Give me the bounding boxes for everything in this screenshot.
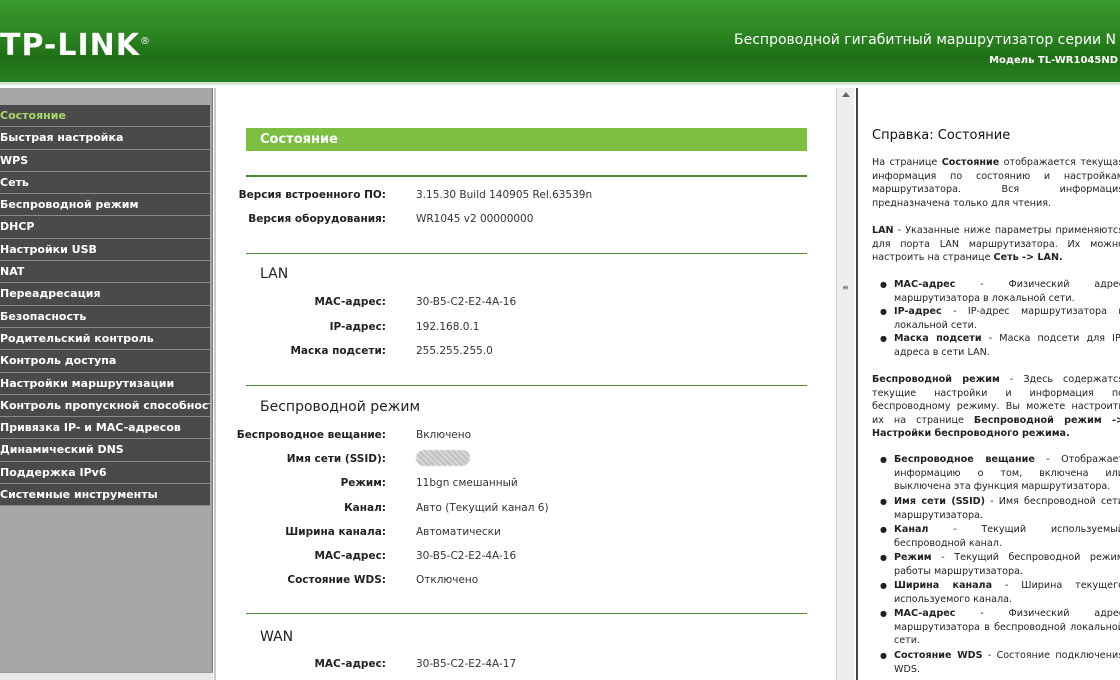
help-wireless-bullet: MAC-адрес - Физический адрес маршрутизат… [880,607,1120,648]
divider [246,175,807,177]
sidebar-item-wireless[interactable]: Беспроводной режим [0,194,210,217]
wireless-wds-value: Отключено [416,574,479,586]
wireless-broadcast-value: Включено [416,429,472,441]
page-title: Состояние [246,128,807,151]
sidebar-item-quick-setup[interactable]: Быстрая настройка [0,127,210,150]
wireless-channel-value: Авто (Текущий канал 6) [416,502,549,514]
lan-mac-value: 30-B5-C2-E2-4A-16 [416,296,517,308]
lan-mask-label: Маска подсети: [290,345,386,357]
help-wireless-bullet: Состояние WDS - Состояние подключения WD… [880,649,1120,676]
wireless-mac-value: 30-B5-C2-E2-4A-16 [416,550,517,562]
firmware-value: 3.15.30 Build 140905 Rel.63539n [416,189,593,201]
sidebar-item-access-control[interactable]: Контроль доступа [0,350,210,373]
help-wireless-bullet: Ширина канала - Ширина текущего использу… [880,579,1120,606]
redacted-ssid [416,450,470,466]
help-lan-paragraph: LAN - Указанные ниже параметры применяют… [872,225,1120,263]
wireless-broadcast-label: Беспроводное вещание: [236,429,386,441]
firmware-row: Версия встроенного ПО: 3.15.30 Build 140… [239,189,806,205]
lan-mask-value: 255.255.255.0 [416,345,493,357]
sidebar-menu: Состояние Быстрая настройка WPS Сеть Бес… [0,105,210,507]
scroll-grip-icon[interactable]: ≡ [842,284,850,292]
status-content: Состояние Версия встроенного ПО: 3.15.30… [214,88,836,680]
help-lan-bullet: MAC-адрес - Физический адрес маршрутизат… [880,278,1120,305]
lan-ip-value: 192.168.0.1 [416,321,480,333]
wireless-channel-label: Канал: [344,502,386,514]
model-name: Модель TL-WR1045ND [989,55,1118,66]
help-lan-bullet: Маска подсети - Маска подсети для IP-адр… [880,332,1120,359]
sidebar-item-parental-control[interactable]: Родительский контроль [0,327,210,351]
sidebar-item-ddns[interactable]: Динамический DNS [0,439,210,462]
wireless-mac-label: MAC-адрес: [314,550,386,562]
sidebar-horizontal-scrollbar[interactable] [0,672,213,680]
sidebar-item-system-tools[interactable]: Системные инструменты [0,484,210,507]
sidebar-item-routing[interactable]: Настройки маршрутизации [0,372,210,395]
help-wireless-bullet: Режим - Текущий беспроводной режим работ… [880,551,1120,578]
sidebar-item-usb[interactable]: Настройки USB [0,238,210,262]
lan-mac-label: MAC-адрес: [314,296,386,308]
sidebar-item-wps[interactable]: WPS [0,149,210,172]
lan-ip-row: IP-адрес: 192.168.0.1 [246,321,806,337]
help-wireless-bullet: Беспроводное вещание - Отображает информ… [880,453,1120,494]
wireless-ssid-value [416,450,470,469]
wan-mac-label: MAC-адрес: [314,658,386,670]
hardware-row: Версия оборудования: WR1045 v2 00000000 [246,213,806,229]
sidebar-nav: Состояние Быстрая настройка WPS Сеть Бес… [0,88,213,680]
sidebar-item-forwarding[interactable]: Переадресация [0,283,210,306]
sidebar-item-status[interactable]: Состояние [0,105,210,128]
wireless-ssid-row: Имя сети (SSID): [246,450,806,469]
wireless-channel-row: Канал: Авто (Текущий канал 6) [246,502,806,518]
divider [246,253,807,254]
lan-mac-row: MAC-адрес: 30-B5-C2-E2-4A-16 [246,296,806,312]
wireless-width-value: Автоматически [416,526,501,538]
wan-mac-row: MAC-адрес: 30-B5-C2-E2-4A-17 [246,658,806,674]
wan-mac-value: 30-B5-C2-E2-4A-17 [416,658,517,670]
lan-ip-label: IP-адрес: [329,321,386,333]
header-banner: TP-LINK® Беспроводной гигабитный маршрут… [0,0,1120,85]
lan-section-title: LAN [260,266,289,282]
hardware-label: Версия оборудования: [248,213,386,225]
scroll-up-arrow-icon[interactable] [842,92,850,97]
help-intro: На странице Состояние отображается текущ… [872,157,1120,209]
hardware-value: WR1045 v2 00000000 [416,213,534,225]
divider [246,385,807,386]
sidebar-item-ipv6[interactable]: Поддержка IPv6 [0,461,210,485]
wireless-ssid-label: Имя сети (SSID): [286,453,386,465]
wireless-mode-value: 11bgn смешанный [416,477,518,489]
help-wireless-bullet: Канал - Текущий используемый беспроводно… [880,523,1120,550]
product-title: Беспроводной гигабитный маршрутизатор се… [734,32,1116,48]
main-vertical-scrollbar[interactable]: ≡ [836,88,854,680]
sidebar-item-dhcp[interactable]: DHCP [0,216,210,239]
wireless-mac-row: MAC-адрес: 30-B5-C2-E2-4A-16 [246,550,806,566]
sidebar-item-security[interactable]: Безопасность [0,305,210,328]
help-lan-bullet: IP-адрес - IP-адрес маршрутизатора в лок… [880,305,1120,332]
wireless-wds-label: Состояние WDS: [287,574,386,586]
wireless-broadcast-row: Беспроводное вещание: Включено [237,429,806,445]
help-wireless-bullet: Имя сети (SSID) - Имя беспроводной сети … [880,495,1120,522]
sidebar-item-ip-mac-binding[interactable]: Привязка IP- и MAC-адресов [0,417,210,440]
sidebar-item-nat[interactable]: NAT [0,261,210,284]
divider [246,613,807,614]
sidebar-item-bandwidth[interactable]: Контроль пропускной способности [0,394,210,418]
wireless-mode-row: Режим: 11bgn смешанный [246,477,806,493]
lan-mask-row: Маска подсети: 255.255.255.0 [246,345,806,361]
firmware-label: Версия встроенного ПО: [238,189,386,201]
tp-link-logo: TP-LINK® [0,28,152,63]
wan-section-title: WAN [260,629,294,645]
sidebar-item-network[interactable]: Сеть [0,171,210,195]
wireless-section-title: Беспроводной режим [260,399,421,415]
wireless-width-label: Ширина канала: [285,526,386,538]
help-wireless-paragraph: Беспроводной режим - Здесь содержатся те… [872,374,1120,439]
wireless-wds-row: Состояние WDS: Отключено [246,574,806,590]
help-panel: Справка: Состояние На странице Состояние… [856,88,1120,680]
wireless-width-row: Ширина канала: Автоматически [246,526,806,542]
help-title: Справка: Состояние [872,128,1011,143]
wireless-mode-label: Режим: [340,477,386,489]
